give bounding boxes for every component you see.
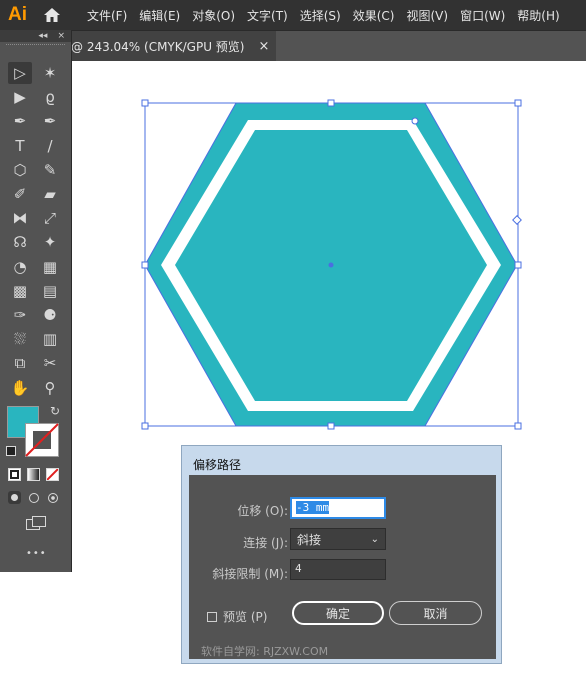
pen-tool[interactable]: ✒ <box>8 110 32 132</box>
handle-bm <box>327 422 335 430</box>
watermark-text: 软件自学网: RJZXW.COM <box>201 645 329 658</box>
slice-tool[interactable]: ✂ <box>38 352 62 374</box>
magic-wand-tool[interactable]: ✶ <box>38 62 62 84</box>
swap-icon[interactable]: ↻ <box>50 404 60 418</box>
selection-tool[interactable]: ▷ <box>8 62 32 84</box>
draw-behind-icon[interactable] <box>27 491 40 504</box>
draw-inside-icon[interactable] <box>46 491 59 504</box>
none-mode-icon[interactable] <box>46 468 59 481</box>
menu-type[interactable]: 文字(T) <box>247 7 288 24</box>
handle-tl <box>141 99 149 107</box>
miter-limit-input[interactable]: 4 <box>290 559 386 580</box>
miter-limit-label: 斜接限制 (M): <box>212 567 288 581</box>
joins-label: 连接 (J): <box>243 536 288 550</box>
offset-value: -3 mm <box>296 501 330 514</box>
line-segment-tool[interactable]: / <box>38 135 62 157</box>
menu-select[interactable]: 选择(S) <box>300 7 341 24</box>
document-tab[interactable]: @ 243.04% (CMYK/GPU 预览) × <box>71 31 276 61</box>
lasso-tool[interactable]: ϱ <box>38 86 62 108</box>
puppet-warp-tool[interactable]: ✦ <box>38 231 62 253</box>
menu-window[interactable]: 窗口(W) <box>460 7 505 24</box>
handle-bl <box>141 422 149 430</box>
close-icon[interactable]: × <box>57 31 65 41</box>
close-icon[interactable]: × <box>259 39 270 54</box>
gradient-tool[interactable]: ▤ <box>38 280 62 302</box>
offset-path-dialog: 偏移路径 位移 (O): -3 mm 连接 (J): 斜接 ⌄ 斜接限制 (M)… <box>181 445 502 664</box>
draw-normal-icon[interactable] <box>8 491 21 504</box>
collapse-icon[interactable]: ◂◂ <box>38 31 47 41</box>
color-mode-icon[interactable] <box>8 468 21 481</box>
eyedropper-tool[interactable]: ✑ <box>8 304 32 326</box>
corner-widget <box>411 117 419 125</box>
color-mode-row <box>8 468 59 481</box>
handle-tm <box>327 99 335 107</box>
app-logo: Ai <box>8 4 27 25</box>
direct-selection-tool[interactable]: ▶ <box>8 86 32 108</box>
menu-list: 文件(F) 编辑(E) 对象(O) 文字(T) 选择(S) 效果(C) 视图(V… <box>87 7 572 24</box>
column-graph-tool[interactable]: ▥ <box>38 328 62 350</box>
checkbox-box[interactable] <box>207 611 217 622</box>
polygon-tool[interactable]: ⬡ <box>8 159 32 181</box>
handle-br <box>514 422 522 430</box>
shaper-tool[interactable]: ✐ <box>8 183 32 205</box>
symbol-sprayer-tool[interactable]: ⛆ <box>8 328 32 350</box>
dialog-title: 偏移路径 <box>193 458 242 472</box>
dialog-body: 位移 (O): -3 mm 连接 (J): 斜接 ⌄ 斜接限制 (M): 4 预… <box>189 475 496 659</box>
reflect-tool[interactable]: ⧓ <box>8 207 32 229</box>
side-widget <box>512 215 522 225</box>
miter-limit-value: 4 <box>295 562 302 575</box>
hand-tool[interactable]: ✋ <box>8 377 32 399</box>
home-icon[interactable] <box>35 0 69 30</box>
warp-tool[interactable]: ☊ <box>8 231 32 253</box>
ok-button[interactable]: 确定 <box>292 601 384 625</box>
chevron-down-icon: ⌄ <box>370 533 379 545</box>
shape-builder-tool[interactable]: ◔ <box>8 256 32 278</box>
menu-effect[interactable]: 效果(C) <box>353 7 395 24</box>
scale-tool[interactable]: ⤢ <box>38 207 62 229</box>
curvature-tool[interactable]: ✒ <box>38 110 62 132</box>
menu-edit[interactable]: 编辑(E) <box>139 7 180 24</box>
screen-mode-icon[interactable] <box>26 516 46 530</box>
perspective-grid-tool[interactable]: ▦ <box>38 256 62 278</box>
preview-label: 预览 (P) <box>223 610 268 624</box>
draw-mode-row <box>8 491 59 504</box>
artboard-tool[interactable]: ⧉ <box>8 352 32 374</box>
default-colors-icon[interactable] <box>6 446 16 456</box>
tools-panel: ◂◂ × ▷ ✶ ▶ ϱ ✒ ✒ T / ⬡ ✎ ✐ ▰ ⧓ ⤢ ☊ ✦ ◔ ▦ ▩ ▤ ✑ ⚈ ⛆ ▥ ⧉ ✂ ✋ ⚲ ↻ ••• <box>0 30 72 572</box>
offset-input[interactable]: -3 mm <box>290 497 386 519</box>
mesh-tool[interactable]: ▩ <box>8 280 32 302</box>
joins-value: 斜接 <box>297 532 322 547</box>
document-tab-title: @ 243.04% (CMYK/GPU 预览) <box>71 39 245 54</box>
joins-select[interactable]: 斜接 ⌄ <box>290 528 386 550</box>
handle-mr <box>514 261 522 269</box>
more-tools-icon[interactable]: ••• <box>26 548 47 559</box>
center-point <box>328 262 334 268</box>
type-tool[interactable]: T <box>8 135 32 157</box>
document-tabbar: @ 243.04% (CMYK/GPU 预览) × <box>71 30 586 61</box>
tools-panel-header: ◂◂ × <box>0 30 71 42</box>
menu-bar: Ai 文件(F) 编辑(E) 对象(O) 文字(T) 选择(S) 效果(C) 视… <box>0 0 586 30</box>
zoom-tool[interactable]: ⚲ <box>38 377 62 399</box>
menu-help[interactable]: 帮助(H) <box>517 7 559 24</box>
handle-ml <box>141 261 149 269</box>
offset-label: 位移 (O): <box>237 504 288 518</box>
stroke-swatch[interactable] <box>25 423 59 457</box>
eraser-tool[interactable]: ▰ <box>38 183 62 205</box>
paintbrush-tool[interactable]: ✎ <box>38 159 62 181</box>
menu-object[interactable]: 对象(O) <box>192 7 235 24</box>
preview-checkbox[interactable]: 预览 (P) <box>207 608 267 625</box>
handle-tr <box>514 99 522 107</box>
cancel-button[interactable]: 取消 <box>389 601 482 625</box>
panel-grip[interactable] <box>6 44 65 53</box>
gradient-mode-icon[interactable] <box>27 468 40 481</box>
blend-tool[interactable]: ⚈ <box>38 304 62 326</box>
menu-file[interactable]: 文件(F) <box>87 7 127 24</box>
menu-view[interactable]: 视图(V) <box>406 7 448 24</box>
